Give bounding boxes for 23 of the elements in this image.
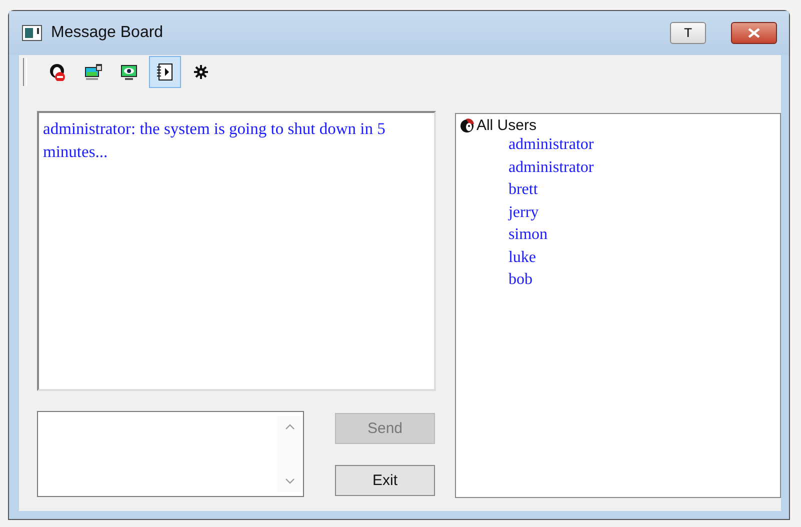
scroll-up-icon (285, 424, 295, 430)
window-title: Message Board (51, 24, 164, 42)
user-item[interactable]: jerry (508, 202, 776, 224)
toolbar-button[interactable] (149, 56, 181, 88)
user-item[interactable]: simon (508, 224, 776, 246)
user-item[interactable]: administrator (508, 156, 776, 179)
close-button[interactable] (731, 22, 777, 44)
window-icon (22, 25, 42, 41)
eye-monitor-icon (120, 63, 138, 81)
tree-root-item[interactable]: All Users (476, 117, 536, 134)
dialog-button[interactable]: Exit (335, 465, 435, 496)
user-item[interactable]: brett (508, 179, 776, 202)
scroll-bar[interactable] (277, 416, 303, 492)
pin-button[interactable]: T (670, 22, 706, 44)
message-text: administrator: the system is going to shut down in 5 minutes... (43, 118, 386, 163)
user-item[interactable]: luke (508, 246, 776, 269)
message-input-field[interactable] (37, 411, 304, 497)
user-item[interactable]: administrator (508, 134, 776, 156)
scroll-down-icon (285, 478, 295, 484)
close-icon (748, 28, 760, 38)
user-item[interactable]: bob (508, 269, 776, 292)
locked-monitor-icon (84, 63, 102, 81)
gear-icon (192, 63, 210, 81)
